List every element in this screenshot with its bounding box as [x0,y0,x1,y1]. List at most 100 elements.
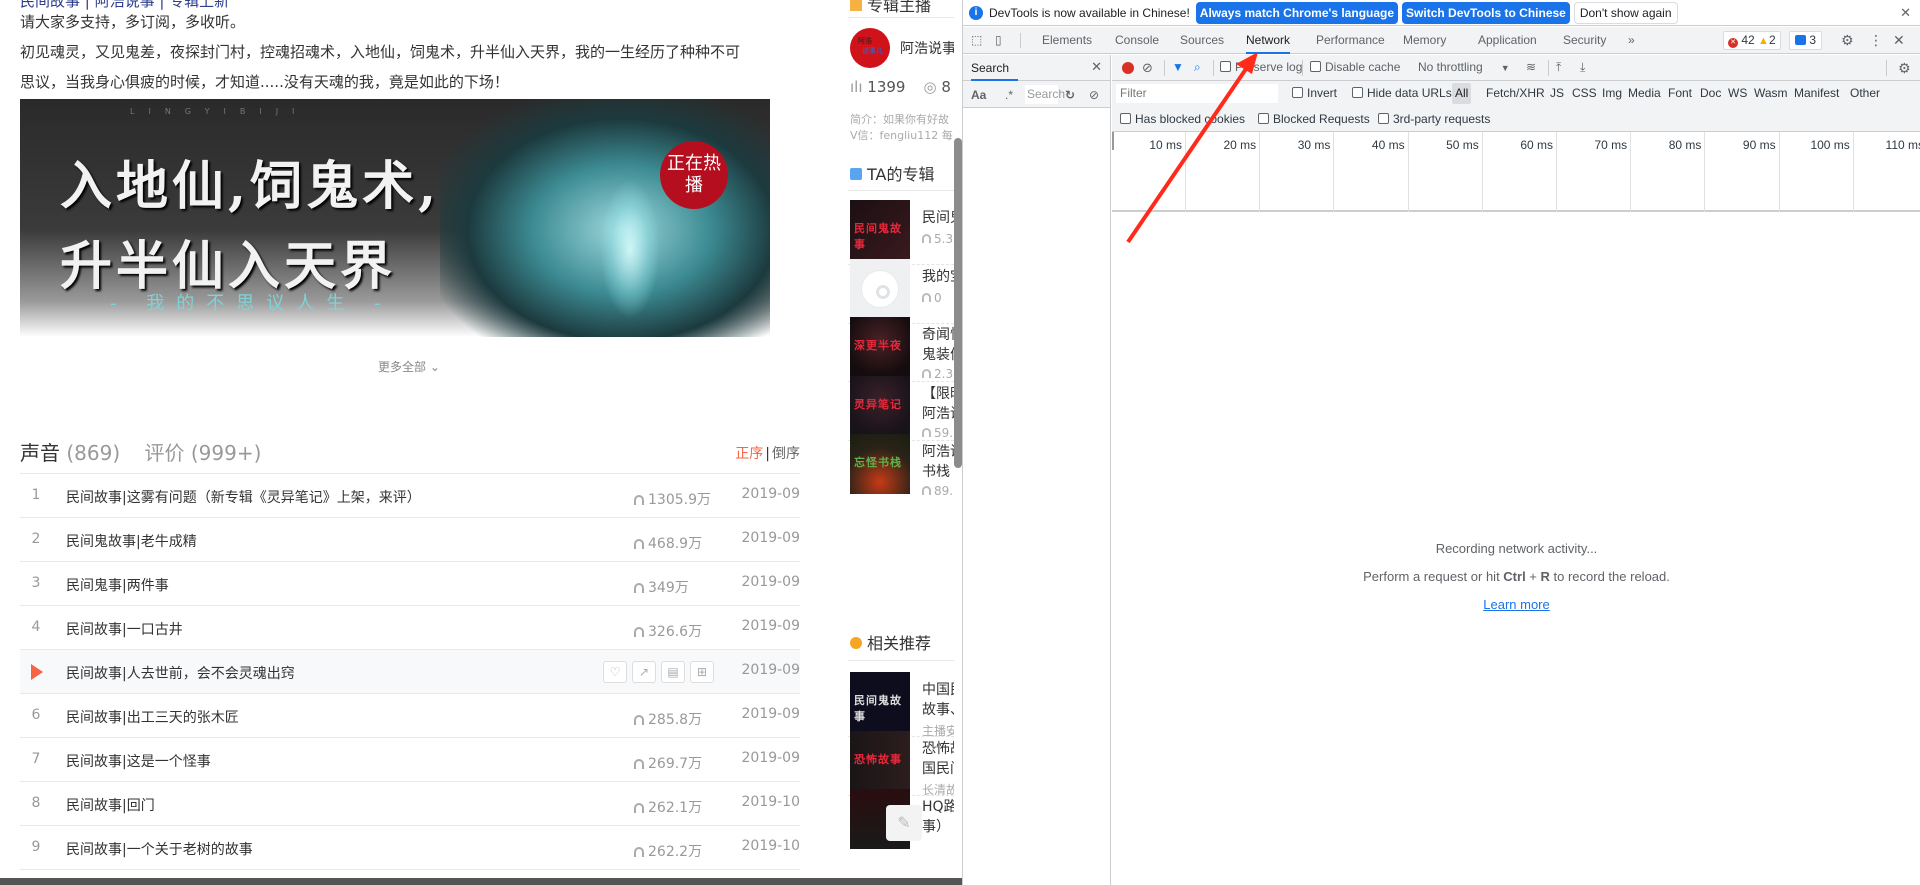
issues-counter[interactable]: ✕ 42 ▲2 [1723,31,1781,50]
track-title[interactable]: 民间故事|这雾有问题（新专辑《灵异笔记》上架，来评） [66,487,421,507]
preserve-log-checkbox[interactable]: Preserve log [1220,60,1302,74]
track-row[interactable]: 6 民间故事|出工三天的张木匠 285.8万 2019-09 [20,693,800,737]
more-tabs-button[interactable]: » [1628,27,1635,54]
tab-application[interactable]: Application [1478,27,1537,54]
album-item[interactable]: 民间鬼故事 民间鬼 5.3 [850,200,954,260]
filter-type-ws[interactable]: WS [1728,86,1747,100]
album-cover[interactable]: 忘怪书栈 [850,434,910,494]
track-row[interactable]: 9 民间故事|一个关于老树的故事 262.2万 2019-10 [20,825,800,869]
album-name[interactable]: 【限时阿浩说 [922,384,954,424]
record-icon[interactable] [1122,62,1134,74]
album-item[interactable]: 深更半夜奇闻怪鬼装傀2.3 [850,317,954,381]
track-row[interactable]: 1 民间故事|这雾有问题（新专辑《灵异笔记》上架，来评） 1305.9万 2019-0… [20,473,800,517]
share-icon[interactable]: ↗ [632,661,656,683]
filter-type-all[interactable]: All [1452,83,1472,104]
messages-counter[interactable]: 3 [1789,31,1823,50]
related-name[interactable]: 中国民故事、 [922,680,954,720]
learn-more-link[interactable]: Learn more [1483,597,1549,612]
search-drawer-tab[interactable]: Search [971,61,1018,81]
tab-reviews[interactable]: 评价 (999+) [145,441,262,465]
edit-note-icon[interactable]: ✎ [886,805,922,841]
search-icon[interactable]: ⌕ [1194,60,1201,75]
blocked-requests-checkbox[interactable]: Blocked Requests [1258,112,1370,126]
filter-type-font[interactable]: Font [1668,86,1692,100]
search-input[interactable]: Search [1025,85,1065,104]
track-row[interactable]: 7 民间故事|这是一个怪事 269.7万 2019-09 [20,737,800,781]
filter-type-media[interactable]: Media [1628,86,1661,100]
track-title[interactable]: 民间故事|这是一个怪事 [66,751,211,771]
network-overview-timeline[interactable]: 10 ms 20 ms 30 ms 40 ms 50 ms 60 ms 70 ms 80 ms… [1112,132,1920,212]
filter-type-js[interactable]: JS [1550,86,1564,100]
third-party-checkbox[interactable]: 3rd-party requests [1378,112,1490,126]
album-cover[interactable]: 深更半夜 [850,317,910,377]
disable-cache-checkbox[interactable]: Disable cache [1310,60,1400,74]
refresh-icon[interactable]: ↻ [1065,88,1075,102]
track-title[interactable]: 民间故事|出工三天的张木匠 [66,707,239,727]
close-search-icon[interactable]: ✕ [1091,59,1102,75]
sort-asc-button[interactable]: 正序 [735,446,763,462]
track-title[interactable]: 民间鬼故事|老牛成精 [66,531,197,551]
track-row[interactable]: 3 民间鬼事|两件事 349万 2019-09 [20,561,800,605]
show-more-link[interactable]: 更多全部 ⌄ [378,358,440,375]
related-cover[interactable]: 恐怖故事 [850,730,910,791]
related-item[interactable]: 民间鬼故事中国民故事、主播安 [850,672,954,738]
tab-security[interactable]: Security [1563,27,1606,54]
settings-gear-icon[interactable]: ⚙ [1841,32,1854,49]
related-name[interactable]: HQ路 事） [922,797,954,837]
filter-type-wasm[interactable]: Wasm [1754,86,1788,100]
clear-icon[interactable]: ⊘ [1089,88,1099,102]
related-cover[interactable]: 民间鬼故事 [850,672,910,732]
tab-elements[interactable]: Elements [1042,27,1092,54]
page-scrollbar-thumb[interactable] [954,138,962,468]
album-name[interactable]: 奇闻怪鬼装傀 [922,325,954,365]
tab-sounds[interactable]: 声音 (869) [20,441,120,465]
blocked-cookies-checkbox[interactable]: Has blocked cookies [1120,112,1245,126]
tab-network[interactable]: Network [1246,27,1291,54]
tab-sources[interactable]: Sources [1180,27,1224,54]
album-cover[interactable]: 民间鬼故事 [850,200,910,260]
device-toolbar-icon[interactable]: ▯ [995,33,1010,48]
filter-type-fetchxhr[interactable]: Fetch/XHR [1486,86,1545,100]
filter-funnel-icon[interactable]: ▼ [1172,60,1184,74]
track-title[interactable]: 民间鬼事|两件事 [66,575,169,595]
network-conditions-icon[interactable]: ≋ [1526,60,1536,74]
album-name[interactable]: 阿浩说书栈 [922,442,954,482]
network-settings-gear-icon[interactable]: ⚙ [1898,60,1911,77]
more-options-icon[interactable]: ⋮ [1869,32,1883,49]
related-item[interactable]: 恐怖故事恐怖故国民间长清故 [850,730,954,797]
track-row[interactable]: 8 民间故事|回门 262.1万 2019-10 [20,781,800,825]
album-item[interactable]: 我的宝 0 [850,258,954,319]
track-row[interactable]: 2 民间鬼故事|老牛成精 468.9万 2019-09 [20,517,800,561]
regex-button[interactable]: .* [1005,88,1013,102]
network-filter-input[interactable]: Filter [1116,84,1278,103]
heart-icon[interactable]: ♡ [603,661,627,683]
filter-type-css[interactable]: CSS [1572,86,1597,100]
tab-performance[interactable]: Performance [1316,27,1385,54]
track-row[interactable]: 4 民间故事|一口古井 326.6万 2019-09 [20,605,800,649]
album-item[interactable]: 忘怪书栈 阿浩说书栈 89. [850,434,954,498]
album-name[interactable]: 我的宝 [922,267,954,287]
hide-data-urls-checkbox[interactable]: Hide data URLs [1352,86,1452,100]
anchor-avatar[interactable]: 阿浩 说事儿 [850,28,890,68]
comment-icon[interactable]: ▤ [661,661,685,683]
import-har-icon[interactable]: ⤒ [1556,60,1561,75]
sort-desc-button[interactable]: 倒序 [772,446,800,462]
track-title[interactable]: 民间故事|人去世前，会不会灵魂出窍 [66,663,295,683]
filter-type-img[interactable]: Img [1602,86,1622,100]
throttling-select[interactable]: No throttling ▼ [1418,60,1510,74]
export-har-icon[interactable]: ⤓ [1580,60,1585,75]
page-scrollbar[interactable] [954,0,962,885]
filter-type-other[interactable]: Other [1850,86,1880,100]
album-item[interactable]: 灵异笔记【限时阿浩说59. [850,375,954,440]
anchor-name-link[interactable]: 阿浩说事 [900,38,954,58]
track-title[interactable]: 民间故事|一个关于老树的故事 [66,839,253,859]
track-title[interactable]: 民间故事|回门 [66,795,155,815]
track-title[interactable]: 民间故事|一口古井 [66,619,183,639]
play-icon[interactable] [31,664,43,680]
always-match-language-button[interactable]: Always match Chrome's language [1195,1,1399,24]
album-cover[interactable]: 灵异笔记 [850,375,910,436]
tab-console[interactable]: Console [1115,27,1159,54]
add-to-playlist-icon[interactable]: ⊞ [690,661,714,683]
close-infobar-icon[interactable]: ✕ [1900,5,1911,21]
album-name[interactable]: 民间鬼 [922,208,954,228]
